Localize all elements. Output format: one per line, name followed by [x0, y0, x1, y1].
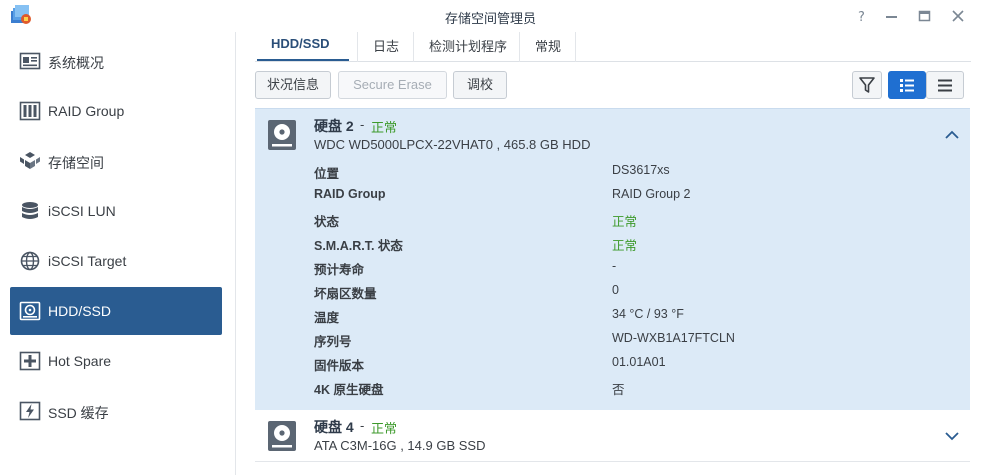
disk-name: 硬盘 2: [314, 118, 354, 134]
sidebar-item-iscsi-lun[interactable]: iSCSI LUN: [10, 187, 222, 235]
tab-general[interactable]: 常规: [535, 36, 561, 62]
sidebar-item-label: 系统概况: [48, 55, 104, 71]
sidebar-item-hot-spare[interactable]: Hot Spare: [10, 337, 222, 385]
property-value: 否: [612, 383, 625, 397]
sidebar-item-overview[interactable]: 系统概况: [10, 37, 222, 85]
sidebar-item-label: 存储空间: [48, 155, 104, 171]
disk-panel-expanded[interactable]: 硬盘 2 - 正常 WDC WD5000LPCX-22VHAT0 , 465.8…: [255, 108, 970, 410]
close-icon[interactable]: [948, 6, 968, 26]
active-tab-indicator: [257, 59, 349, 61]
property-label: 固件版本: [314, 359, 365, 373]
hdd-icon: [268, 421, 296, 451]
property-value: 34 °C / 93 °F: [612, 307, 684, 321]
hdd-icon: [268, 120, 296, 150]
disk-panel-collapsed[interactable]: 硬盘 4 - 正常 ATA C3M-16G , 14.9 GB SSD: [255, 410, 970, 462]
window-title: 存储空间管理员: [444, 11, 536, 26]
sidebar-item-label: Hot Spare: [48, 353, 112, 369]
detail-view-button[interactable]: [888, 71, 926, 99]
hot-spare-icon: [19, 351, 41, 371]
chevron-down-icon[interactable]: [943, 427, 961, 445]
tab-bar: HDD/SSD 日志 检测计划程序 常规: [255, 32, 971, 62]
chevron-up-icon[interactable]: [943, 126, 961, 144]
list-icon: [938, 79, 952, 92]
property-label: 4K 原生硬盘: [314, 383, 384, 397]
sidebar-item-raid-group[interactable]: RAID Group: [10, 87, 222, 135]
disk-model: WDC WD5000LPCX-22VHAT0 , 465.8 GB HDD: [314, 137, 591, 152]
property-label: 状态: [314, 215, 340, 229]
calibrate-button[interactable]: 调校: [453, 71, 507, 99]
iscsi-lun-icon: [22, 202, 38, 219]
minimize-icon[interactable]: [882, 6, 902, 26]
property-label: 预计寿命: [314, 263, 365, 277]
sidebar-item-label: iSCSI LUN: [48, 203, 116, 219]
help-icon[interactable]: ?: [852, 6, 872, 26]
status-info-button[interactable]: 状况信息: [255, 71, 331, 99]
property-value: 正常: [612, 215, 638, 229]
tab-test-scheduler[interactable]: 检测计划程序: [429, 36, 507, 62]
property-value: DS3617xs: [612, 163, 670, 177]
maximize-icon[interactable]: [915, 6, 935, 26]
sidebar-item-label: HDD/SSD: [48, 303, 112, 319]
secure-erase-button[interactable]: Secure Erase: [338, 71, 447, 99]
iscsi-target-icon: [20, 251, 40, 271]
property-label: 位置: [314, 167, 340, 181]
filter-button[interactable]: [852, 71, 882, 99]
raid-group-icon: [19, 101, 41, 121]
hdd-icon: [19, 301, 41, 321]
disk-status: 正常: [371, 421, 398, 436]
property-label: RAID Group: [314, 187, 386, 201]
tab-divider: [519, 32, 520, 62]
filter-icon: [859, 77, 875, 93]
tab-divider: [357, 32, 358, 62]
tab-divider: [413, 32, 414, 62]
sidebar-item-ssd-cache[interactable]: SSD 缓存: [10, 387, 222, 435]
tab-divider: [575, 32, 576, 62]
svg-text:?: ?: [858, 10, 865, 25]
disk-status: 正常: [371, 120, 398, 135]
list-view-button[interactable]: [926, 71, 964, 99]
property-label: S.M.A.R.T. 状态: [314, 239, 403, 253]
tab-log[interactable]: 日志: [373, 36, 399, 62]
sidebar-item-iscsi-target[interactable]: iSCSI Target: [10, 237, 222, 285]
property-value: 01.01A01: [612, 355, 666, 369]
property-label: 温度: [314, 311, 340, 325]
property-value: RAID Group 2: [612, 187, 691, 201]
property-value: WD-WXB1A17FTCLN: [612, 331, 735, 345]
property-value: 正常: [612, 239, 638, 253]
disk-model: ATA C3M-16G , 14.9 GB SSD: [314, 438, 486, 453]
volume-icon: [20, 152, 40, 169]
detail-list-icon: [900, 79, 914, 92]
status-separator: -: [360, 117, 365, 132]
property-label: 坏扇区数量: [314, 287, 377, 301]
sidebar: 系统概况 RAID Group 存储空间 iSCSI LUN iSCSI Tar…: [0, 32, 236, 475]
property-label: 序列号: [314, 335, 352, 349]
sidebar-item-volume[interactable]: 存储空间: [10, 137, 222, 185]
title-bar: 存储空间管理员 ?: [0, 0, 981, 32]
overview-icon: [19, 52, 41, 70]
ssd-cache-icon: [19, 401, 41, 421]
sidebar-item-hdd-ssd[interactable]: HDD/SSD: [10, 287, 222, 335]
property-value: -: [612, 259, 617, 273]
sidebar-item-label: iSCSI Target: [48, 253, 127, 269]
sidebar-item-label: RAID Group: [48, 103, 125, 119]
sidebar-item-label: SSD 缓存: [48, 405, 109, 421]
disk-name: 硬盘 4: [314, 419, 354, 435]
property-value: 0: [612, 283, 619, 297]
status-separator: -: [360, 418, 365, 433]
